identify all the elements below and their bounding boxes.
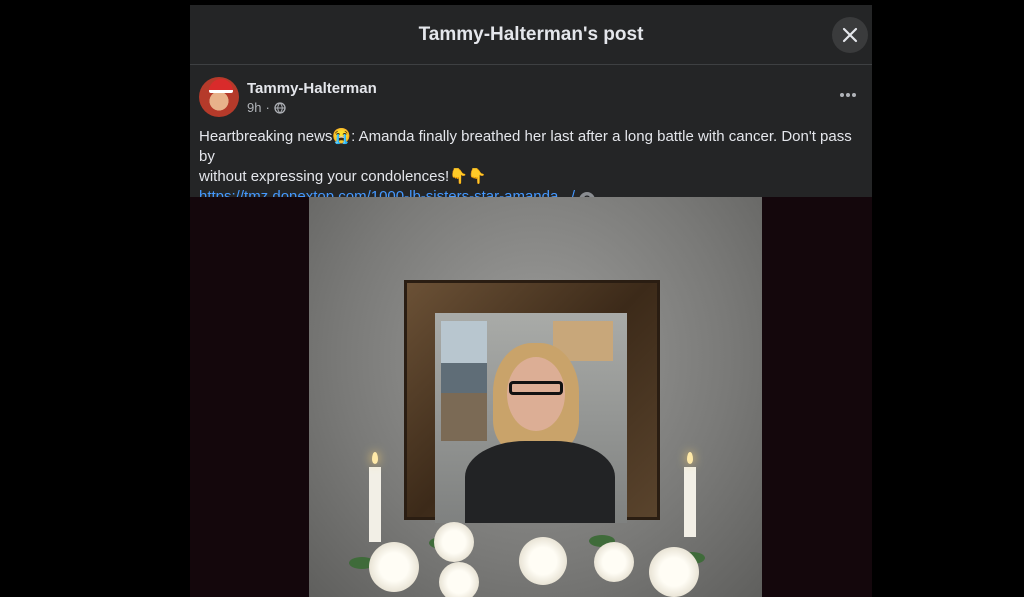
white-flower (434, 522, 474, 562)
santa-hat-icon (209, 79, 233, 93)
meta-separator: · (265, 100, 270, 115)
post-header: Tammy-Halterman 9h · (199, 77, 863, 121)
white-flower (594, 542, 634, 582)
white-flower (369, 542, 419, 592)
framed-portrait (435, 313, 627, 523)
picture-frame (404, 280, 660, 523)
post-text-line-1: Heartbreaking news😭: Amanda finally brea… (199, 128, 852, 165)
more-options-button[interactable] (833, 83, 863, 107)
post-text-line-2: without expressing your condolences!👇👇 (199, 168, 487, 185)
white-flower (519, 537, 567, 585)
flower-arrangement (339, 517, 739, 597)
close-button[interactable] (832, 17, 868, 53)
post-time[interactable]: 9h (247, 100, 261, 115)
white-flower (439, 562, 479, 597)
more-options-icon (840, 93, 856, 97)
portrait-window (441, 321, 487, 441)
right-candle-flame (687, 452, 693, 464)
portrait-glasses (509, 381, 563, 395)
portrait-shirt (465, 441, 615, 523)
left-candle-flame (372, 452, 378, 464)
modal-header: Tammy-Halterman's post (190, 5, 872, 65)
post-meta: 9h · (247, 100, 286, 115)
post-media[interactable] (190, 197, 872, 597)
modal-title: Tammy-Halterman's post (418, 23, 644, 45)
post-modal: Tammy-Halterman's post Tammy-Halterman 9… (190, 5, 872, 597)
author-name[interactable]: Tammy-Halterman (247, 80, 377, 97)
avatar[interactable] (199, 77, 239, 117)
close-icon (842, 27, 858, 43)
memorial-photo[interactable] (309, 197, 762, 597)
post-text: Heartbreaking news😭: Amanda finally brea… (199, 127, 869, 208)
white-flower (649, 547, 699, 597)
globe-icon (274, 101, 286, 114)
